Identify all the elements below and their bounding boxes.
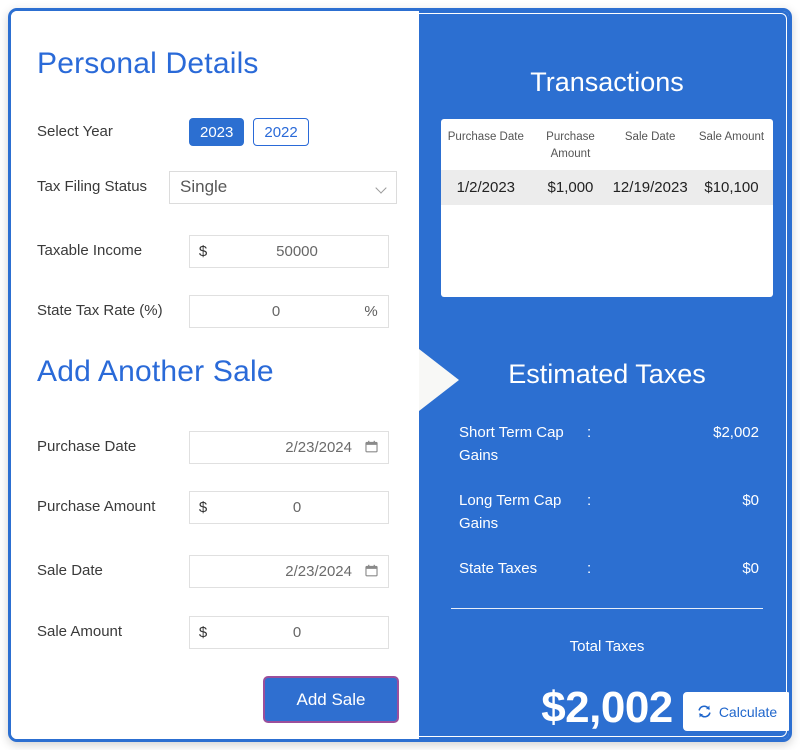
label-sale-amount: Sale Amount (37, 623, 123, 641)
label-sale-date: Sale Date (37, 562, 103, 580)
purchase-amount-value: 0 (292, 498, 302, 516)
divider (451, 608, 763, 609)
purchase-amount-input[interactable]: $ 0 (189, 490, 389, 524)
calendar-icon[interactable] (365, 440, 378, 453)
calculate-button-label: Calculate (718, 703, 778, 720)
tax-value-long-term: $0 (742, 492, 759, 509)
tax-value-state-taxes: $0 (742, 560, 759, 577)
field-row-taxable-income: Taxable Income $ 50000 (37, 234, 397, 268)
cell-sale-amount: $10,100 (689, 170, 773, 206)
cell-purchase-date: 1/2/2023 (441, 170, 531, 206)
filing-status-select[interactable]: Single (169, 170, 397, 204)
field-row-sale-date: Sale Date 2/23/2024 (37, 554, 397, 588)
percent-sign-icon: % (364, 302, 378, 320)
transactions-title: Transactions (530, 67, 684, 97)
chevron-down-icon (377, 184, 386, 193)
taxable-income-value: 50000 (276, 242, 318, 260)
field-row-filing-status: Tax Filing Status Single (37, 170, 397, 204)
sync-refresh-icon (698, 705, 711, 718)
tax-label-state-taxes: State Taxes (459, 560, 538, 577)
cell-purchase-amount: $1,000 (530, 170, 611, 206)
calculate-button[interactable]: Calculate (683, 692, 789, 731)
state-tax-rate-input[interactable]: 0 % (189, 294, 389, 328)
results-panel: Transactions Purchase Date Purchase Amou… (419, 11, 789, 739)
year-option-2022[interactable]: 2022 (253, 118, 309, 146)
field-row-purchase-amount: Purchase Amount $ 0 (37, 490, 397, 524)
dollar-sign-icon: $ (198, 623, 208, 641)
table-row[interactable]: 1/2/2023 $1,000 12/19/2023 $10,100 (441, 170, 773, 206)
year-option-2023[interactable]: 2023 (189, 118, 245, 146)
field-row-sale-amount: Sale Amount $ 0 (37, 615, 397, 649)
label-taxable-income: Taxable Income (37, 242, 143, 260)
sale-amount-value: 0 (292, 623, 302, 641)
tax-separator: : (587, 492, 592, 509)
add-sale-button[interactable]: Add Sale (263, 676, 399, 723)
field-row-purchase-date: Purchase Date 2/23/2024 (37, 430, 397, 464)
tax-row-short-term: Short Term Cap Gains : $2,002 (459, 421, 759, 468)
taxable-income-input[interactable]: $ 50000 (189, 234, 389, 268)
column-header-sale-amount: Sale Amount (698, 131, 765, 143)
sale-date-value: 2/23/2024 (285, 562, 352, 580)
label-select-year: Select Year (37, 123, 113, 141)
column-header-sale-date: Sale Date (624, 131, 676, 143)
purchase-date-value: 2/23/2024 (285, 438, 352, 456)
filing-status-value: Single (180, 177, 228, 196)
dollar-sign-icon: $ (198, 498, 208, 516)
label-purchase-date: Purchase Date (37, 438, 137, 456)
estimated-taxes-title: Estimated Taxes (508, 359, 706, 389)
tax-separator: : (587, 560, 592, 577)
tax-label-long-term: Long Term Cap Gains (459, 492, 562, 533)
form-panel: Personal Details Select Year 2023 2022 T… (11, 11, 419, 739)
purchase-date-input[interactable]: 2/23/2024 (189, 430, 389, 464)
add-another-sale-title: Add Another Sale (37, 355, 274, 388)
sale-amount-input[interactable]: $ 0 (189, 615, 389, 649)
label-tax-filing-status: Tax Filing Status (37, 178, 148, 196)
transactions-table-card: Purchase Date Purchase Amount Sale Date … (441, 119, 773, 297)
tax-row-long-term: Long Term Cap Gains : $0 (459, 489, 759, 536)
sale-date-input[interactable]: 2/23/2024 (189, 554, 389, 588)
transactions-table: Purchase Date Purchase Amount Sale Date … (441, 119, 773, 206)
column-header-purchase-amount: Purchase Amount (546, 131, 595, 160)
cell-sale-date: 12/19/2023 (610, 170, 690, 206)
personal-details-title: Personal Details (37, 47, 259, 80)
table-header-row: Purchase Date Purchase Amount Sale Date … (441, 119, 773, 170)
tax-label-short-term: Short Term Cap Gains (459, 424, 564, 465)
label-purchase-amount: Purchase Amount (37, 498, 156, 516)
tax-value-short-term: $2,002 (713, 424, 759, 441)
dollar-sign-icon: $ (198, 242, 208, 260)
panel-arrow-indicator (419, 349, 459, 411)
label-state-tax-rate: State Tax Rate (%) (37, 302, 163, 320)
tax-separator: : (587, 424, 592, 441)
calendar-icon[interactable] (365, 564, 378, 577)
tax-row-state-taxes: State Taxes : $0 (459, 557, 759, 580)
total-taxes-label: Total Taxes (569, 638, 645, 655)
column-header-purchase-date: Purchase Date (447, 131, 524, 143)
field-row-state-tax-rate: State Tax Rate (%) 0 % (37, 294, 397, 328)
tax-calculator-window: Transactions Purchase Date Purchase Amou… (8, 8, 792, 742)
field-row-select-year: Select Year 2023 2022 (37, 115, 397, 149)
